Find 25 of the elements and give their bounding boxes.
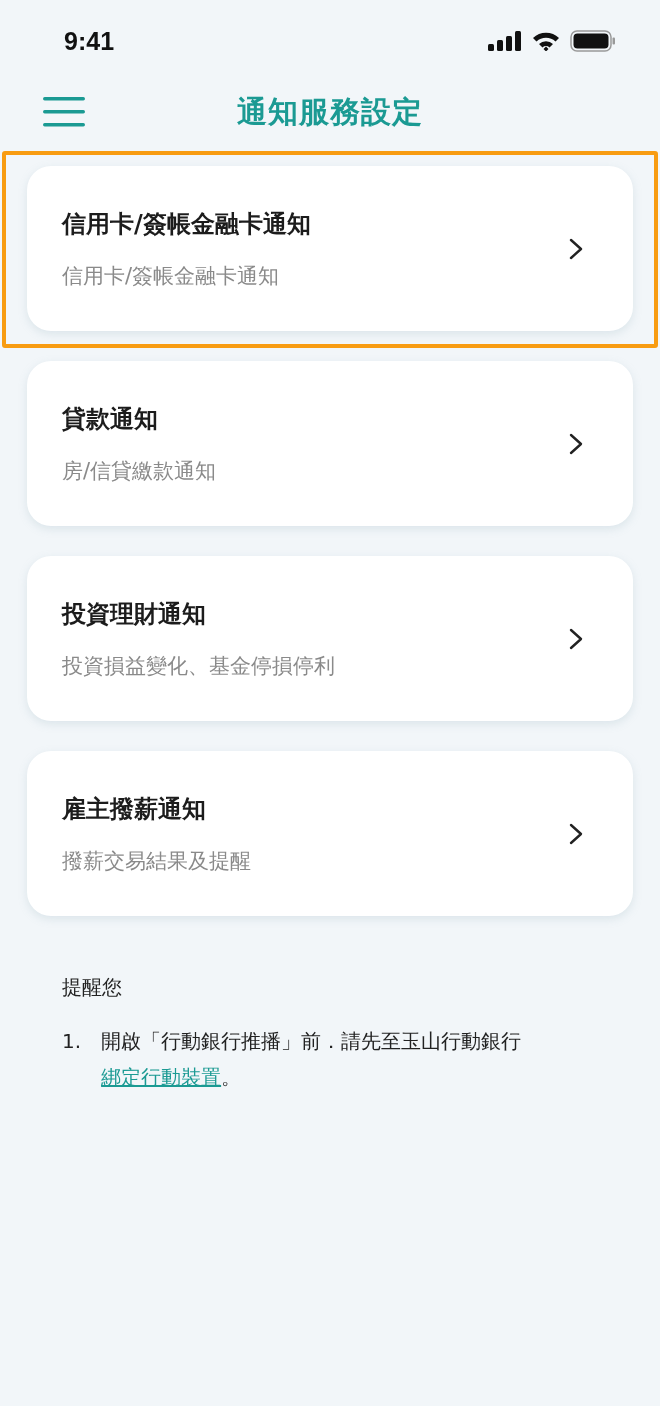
notification-card[interactable]: 貸款通知 房/信貸繳款通知 xyxy=(27,361,633,526)
notification-card[interactable]: 信用卡/簽帳金融卡通知 信用卡/簽帳金融卡通知 xyxy=(27,166,633,331)
card-title: 雇主撥薪通知 xyxy=(62,793,207,825)
signal-icon xyxy=(488,31,522,51)
notes-heading: 提醒您 xyxy=(62,974,123,1001)
card-title: 信用卡/簽帳金融卡通知 xyxy=(62,208,311,240)
notification-card[interactable]: 投資理財通知 投資損益變化、基金停損停利 xyxy=(27,556,633,721)
battery-icon xyxy=(570,30,616,52)
card-title: 貸款通知 xyxy=(62,403,159,435)
wifi-icon xyxy=(532,31,560,51)
status-time: 9:41 xyxy=(64,26,115,56)
notification-card[interactable]: 雇主撥薪通知 撥薪交易結果及提醒 xyxy=(27,751,633,916)
chevron-right-icon xyxy=(569,432,583,455)
note-text: 開啟「行動銀行推播」前．請先至玉山行動銀行 綁定行動裝置。 xyxy=(101,1028,522,1091)
chevron-right-icon xyxy=(569,237,583,260)
card-subtitle: 撥薪交易結果及提醒 xyxy=(62,847,251,875)
page-title: 通知服務設定 xyxy=(237,92,423,131)
chevron-right-icon xyxy=(569,627,583,650)
chevron-right-icon xyxy=(569,822,583,845)
menu-icon[interactable] xyxy=(43,96,85,128)
card-subtitle: 房/信貸繳款通知 xyxy=(62,457,217,485)
card-title: 投資理財通知 xyxy=(62,598,207,630)
card-subtitle: 信用卡/簽帳金融卡通知 xyxy=(62,262,281,290)
list-number: 1. xyxy=(62,1028,82,1055)
card-subtitle: 投資損益變化、基金停損停利 xyxy=(62,652,335,680)
